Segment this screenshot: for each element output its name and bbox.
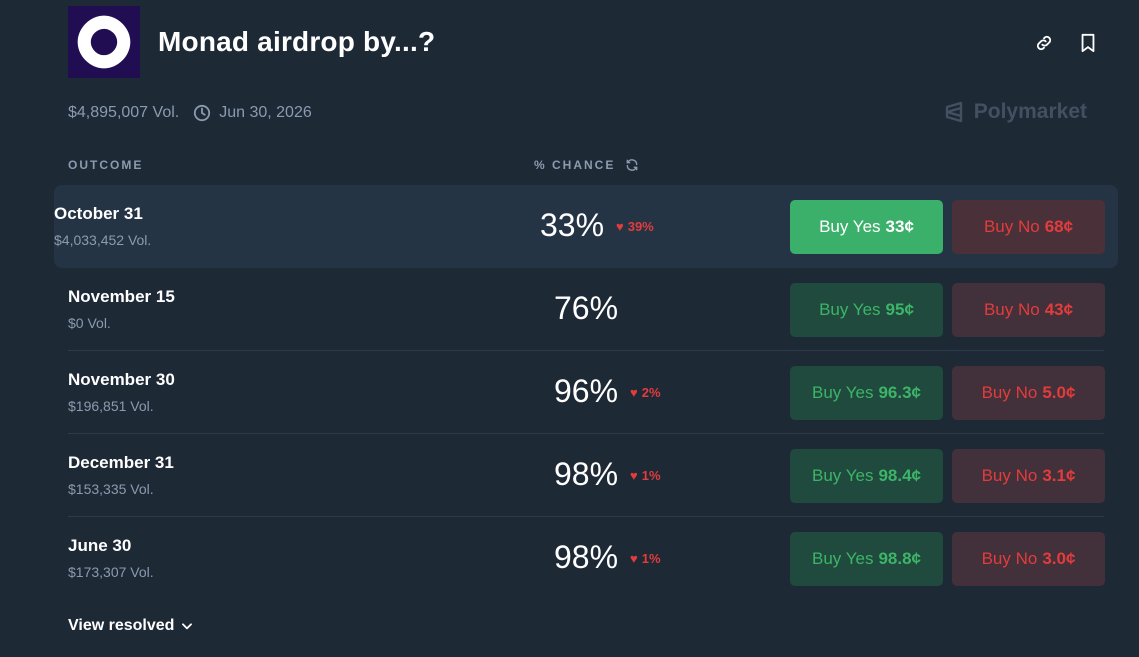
buy-yes-label: Buy Yes	[819, 217, 881, 236]
down-arrow-icon: ♥	[630, 468, 638, 483]
top-actions	[1033, 32, 1099, 54]
buy-yes-button[interactable]: Buy Yes 95¢	[790, 283, 943, 337]
outcome-volume: $196,851 Vol.	[68, 398, 154, 414]
chance-change: ♥ 39%	[616, 219, 654, 234]
outcome-row[interactable]: October 31 $4,033,452 Vol. 33% ♥ 39% Buy…	[54, 185, 1118, 268]
down-arrow-icon: ♥	[630, 551, 638, 566]
buy-yes-price: 98.4¢	[878, 466, 921, 485]
end-date-text: Jun 30, 2026	[219, 104, 312, 121]
outcome-volume: $0 Vol.	[68, 315, 111, 331]
buy-no-button[interactable]: Buy No 3.1¢	[952, 449, 1105, 503]
buy-no-button[interactable]: Buy No 43¢	[952, 283, 1105, 337]
buy-yes-price: 33¢	[885, 217, 914, 236]
outcome-chance: 98%	[554, 539, 619, 575]
view-resolved-label: View resolved	[68, 617, 175, 634]
down-arrow-icon: ♥	[616, 219, 624, 234]
column-header-chance: % CHANCE	[534, 158, 639, 172]
column-header-chance-label: % CHANCE	[534, 158, 616, 172]
brand-name: Polymarket	[973, 100, 1087, 123]
buy-yes-button[interactable]: Buy Yes 96.3¢	[790, 366, 943, 420]
buy-no-label: Buy No	[981, 383, 1038, 402]
outcome-label: November 30	[68, 370, 175, 389]
buy-no-button[interactable]: Buy No 68¢	[952, 200, 1105, 254]
buy-no-button[interactable]: Buy No 5.0¢	[952, 366, 1105, 420]
polymarket-brand: Polymarket	[942, 100, 1087, 124]
market-volume: $4,895,007 Vol.	[68, 104, 180, 121]
outcome-label: June 30	[68, 536, 132, 555]
buy-yes-label: Buy Yes	[812, 383, 874, 402]
buy-no-price: 3.1¢	[1042, 466, 1076, 485]
buy-no-label: Buy No	[981, 549, 1038, 568]
outcome-volume: $4,033,452 Vol.	[54, 232, 152, 248]
outcome-label: October 31	[54, 204, 143, 223]
buy-yes-price: 96.3¢	[878, 383, 921, 402]
outcome-label: December 31	[68, 453, 174, 472]
market-logo	[68, 6, 140, 78]
chance-change-value: 1%	[641, 468, 661, 483]
outcome-volume: $153,335 Vol.	[68, 481, 154, 497]
outcome-label: November 15	[68, 287, 175, 306]
market-page: Monad airdrop by...? $4,895,007 Vol. Jun…	[0, 0, 1139, 657]
column-header-outcome: OUTCOME	[68, 158, 144, 172]
clock-icon	[194, 104, 211, 122]
buy-no-label: Buy No	[981, 466, 1038, 485]
outcome-row[interactable]: November 15 $0 Vol. 76% Buy Yes 95¢ Buy …	[68, 268, 1105, 351]
buy-yes-button[interactable]: Buy Yes 33¢	[790, 200, 943, 254]
buy-no-price: 43¢	[1044, 300, 1074, 319]
link-icon[interactable]	[1033, 32, 1055, 54]
buy-no-price: 3.0¢	[1042, 549, 1076, 568]
chance-change-value: 1%	[641, 551, 661, 566]
polymarket-logo-icon	[945, 101, 962, 123]
buy-yes-label: Buy Yes	[812, 466, 874, 485]
chance-change: ♥ 2%	[630, 385, 661, 400]
outcome-volume: $173,307 Vol.	[68, 564, 154, 580]
outcome-row[interactable]: June 30 $173,307 Vol. 98% ♥ 1% Buy Yes 9…	[68, 517, 1105, 599]
chance-change-value: 39%	[627, 219, 654, 234]
chance-change-value: 2%	[641, 385, 661, 400]
down-arrow-icon: ♥	[630, 385, 638, 400]
outcome-table: October 31 $4,033,452 Vol. 33% ♥ 39% Buy…	[54, 185, 1118, 599]
chevron-down-icon	[182, 623, 193, 630]
outcome-chance: 76%	[554, 290, 619, 326]
chance-change: ♥ 1%	[630, 551, 661, 566]
outcome-row[interactable]: November 30 $196,851 Vol. 96% ♥ 2% Buy Y…	[68, 351, 1105, 434]
market-meta: $4,895,007 Vol. Jun 30, 2026	[68, 104, 312, 122]
outcome-chance: 98%	[554, 456, 619, 492]
bookmark-icon[interactable]	[1077, 32, 1099, 54]
market-end-date: Jun 30, 2026	[193, 104, 312, 122]
buy-no-label: Buy No	[983, 217, 1040, 236]
outcome-chance: 33%	[540, 207, 605, 243]
outcome-chance: 96%	[554, 373, 619, 409]
buy-no-label: Buy No	[983, 300, 1040, 319]
outcome-row[interactable]: December 31 $153,335 Vol. 98% ♥ 1% Buy Y…	[68, 434, 1105, 517]
buy-yes-button[interactable]: Buy Yes 98.4¢	[790, 449, 943, 503]
buy-yes-price: 95¢	[885, 300, 914, 319]
chance-change: ♥ 1%	[630, 468, 661, 483]
market-title: Monad airdrop by...?	[158, 26, 436, 57]
refresh-icon[interactable]	[625, 158, 639, 172]
buy-yes-price: 98.8¢	[878, 549, 921, 568]
buy-yes-label: Buy Yes	[819, 300, 881, 319]
buy-no-price: 5.0¢	[1042, 383, 1076, 402]
buy-yes-button[interactable]: Buy Yes 98.8¢	[790, 532, 943, 586]
buy-yes-label: Buy Yes	[812, 549, 874, 568]
monad-logo-icon	[68, 6, 140, 78]
view-resolved-button[interactable]: View resolved	[68, 617, 194, 635]
buy-no-button[interactable]: Buy No 3.0¢	[952, 532, 1105, 586]
buy-no-price: 68¢	[1044, 217, 1074, 236]
